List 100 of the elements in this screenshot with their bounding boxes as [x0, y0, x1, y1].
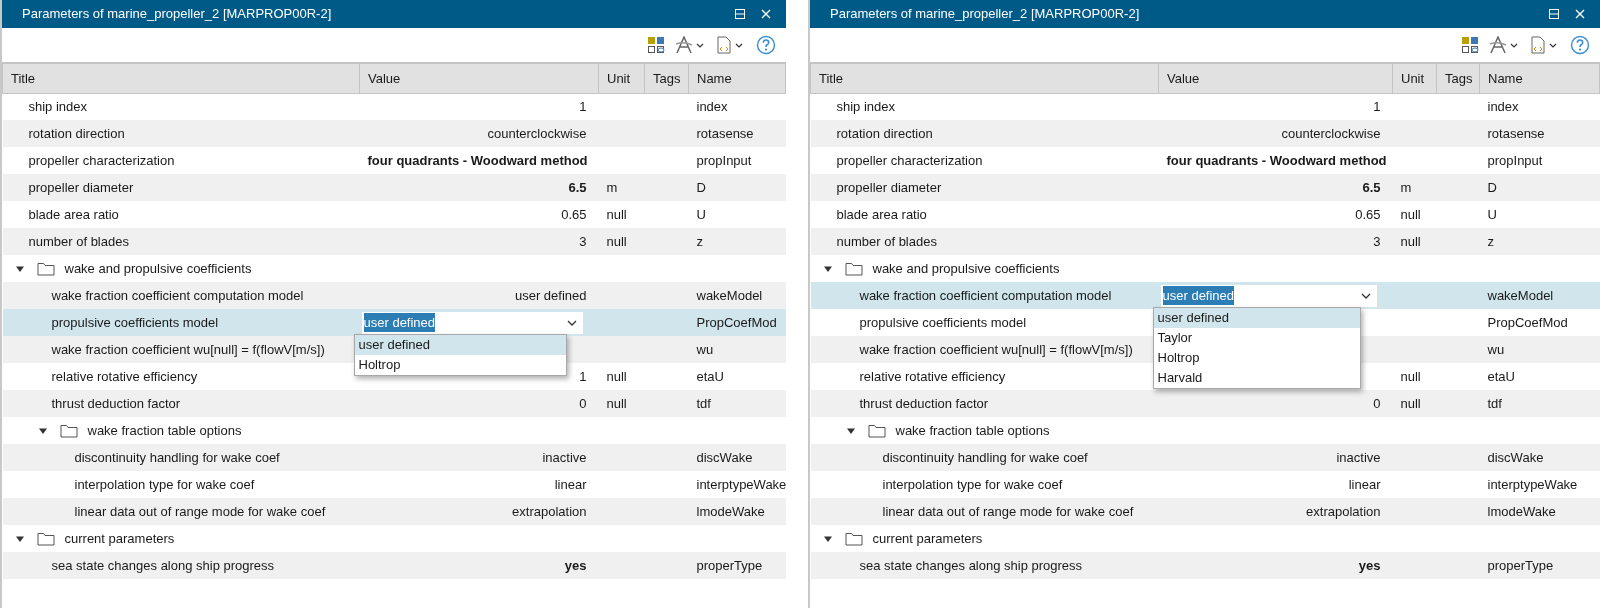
parameter-value: 1 [579, 99, 587, 114]
table-row[interactable]: thrust deduction factor 0 null tdf [2, 390, 786, 417]
column-header[interactable]: Tags [644, 63, 689, 93]
group-title: current parameters [872, 529, 983, 548]
folder-icon [59, 423, 78, 438]
font-icon [1489, 36, 1519, 54]
dropdown-option[interactable]: Harvald [1153, 368, 1360, 388]
table-row[interactable]: interpolation type for wake coef linear interptypeWake [2, 471, 786, 498]
parameter-name: tdf [696, 395, 711, 411]
column-header[interactable]: Value [1158, 63, 1393, 93]
layout-icon [646, 36, 665, 54]
table-row[interactable]: blade area ratio 0.65 null U [2, 201, 786, 228]
parameter-value: 1 [1373, 99, 1381, 114]
parameter-value: inactive [542, 449, 587, 465]
parameter-title: wake fraction coefficient wu[null] = f(flowV[m/s]) [51, 340, 325, 359]
table-row[interactable]: thrust deduction factor 0 null tdf [810, 390, 1600, 417]
column-header[interactable]: Title [2, 63, 360, 93]
column-header[interactable]: Unit [598, 63, 645, 93]
parameter-title: wake fraction coefficient computation model [859, 286, 1112, 305]
unit-text: null [606, 233, 627, 249]
parameter-title: interpolation type for wake coef [882, 475, 1063, 494]
window-title: Parameters of marine_propeller_2 [MARPROP00R-2] [830, 5, 1140, 24]
table-row[interactable]: propeller characterization four quadrants - Woodward method propInput [2, 147, 786, 174]
parameter-name: propInput [696, 152, 752, 168]
caret-icon [1360, 292, 1371, 299]
table-row[interactable]: sea state changes along ship progress yes properType [2, 552, 786, 579]
parameter-title: linear data out of range mode for wake coef [74, 502, 326, 521]
group-title: wake and propulsive coefficients [872, 259, 1060, 278]
table-row[interactable]: wake fraction table options [2, 417, 786, 444]
parameter-value: 3 [1373, 233, 1381, 249]
parameter-name: propInput [1487, 152, 1543, 168]
folder-icon [844, 261, 863, 276]
parameter-value: yes [564, 557, 587, 573]
dropdown-option[interactable]: Holtrop [1153, 348, 1360, 368]
table-row[interactable]: current parameters [810, 525, 1600, 552]
parameter-name: rotasense [1487, 125, 1545, 141]
dropdown-option[interactable]: user defined [354, 335, 566, 355]
parameter-value: 0.65 [1355, 206, 1381, 222]
parameter-name: z [696, 233, 703, 249]
folder-icon [36, 531, 55, 546]
value-dropdown[interactable]: user defined [361, 311, 583, 334]
table-row[interactable]: interpolation type for wake coef linear interptypeWake [810, 471, 1600, 498]
column-header[interactable]: Title [810, 63, 1159, 93]
parameter-value: user defined [514, 287, 587, 303]
parameter-value: inactive [1336, 449, 1381, 465]
table-row[interactable]: ship index 1 index [810, 93, 1600, 120]
unit-text: null [1400, 368, 1421, 384]
parameter-name: lmodeWake [1487, 503, 1556, 519]
table-row[interactable]: wake fraction table options [810, 417, 1600, 444]
table-row[interactable]: wake and propulsive coefficients [810, 255, 1600, 282]
parameter-name: interptypeWake [1487, 476, 1578, 492]
table-row[interactable]: propeller diameter 6.5 m D [810, 174, 1600, 201]
group-title: current parameters [64, 529, 175, 548]
parameter-name: rotasense [696, 125, 754, 141]
parameter-name: wakeModel [696, 287, 763, 303]
parameter-title: thrust deduction factor [859, 394, 989, 413]
help-button[interactable] [1568, 33, 1592, 57]
parameter-name: properType [696, 557, 763, 573]
help-button[interactable] [754, 33, 778, 57]
folder-icon [36, 261, 55, 276]
parameter-value: four quadrants - Woodward method [367, 152, 588, 168]
column-header[interactable]: Tags [1436, 63, 1480, 93]
table-row[interactable]: wake and propulsive coefficients [2, 255, 786, 282]
parameter-name: tdf [1487, 395, 1502, 411]
parameter-value: 0 [579, 395, 587, 411]
parameter-title: propeller diameter [28, 178, 134, 197]
value-dropdown[interactable]: user defined [1160, 284, 1377, 307]
table-row[interactable]: sea state changes along ship progress yes properType [810, 552, 1600, 579]
parameter-name: discWake [696, 449, 753, 465]
table-row[interactable]: propeller characterization four quadrants - Woodward method propInput [810, 147, 1600, 174]
table-row[interactable]: number of blades 3 null z [2, 228, 786, 255]
folder-icon [867, 423, 886, 438]
group-title: wake fraction table options [87, 421, 242, 440]
parameter-name: U [696, 206, 706, 222]
parameter-value: 3 [579, 233, 587, 249]
parameter-title: number of blades [28, 232, 129, 251]
column-header[interactable]: Name [1479, 63, 1600, 93]
table-row[interactable]: blade area ratio 0.65 null U [810, 201, 1600, 228]
group-title: wake and propulsive coefficients [64, 259, 252, 278]
parameter-name: wu [1487, 341, 1505, 357]
dropdown-option[interactable]: user defined [1153, 308, 1360, 328]
parameter-name: D [1487, 179, 1497, 195]
table-row[interactable]: current parameters [2, 525, 786, 552]
column-header[interactable]: Unit [1392, 63, 1437, 93]
table-row[interactable]: linear data out of range mode for wake coef extrapolation lmodeWake [2, 498, 786, 525]
parameter-name: interptypeWake [696, 476, 787, 492]
restore-icon [1547, 8, 1560, 20]
table-row[interactable]: wake fraction coefficient computation model user defined wakeModel [2, 282, 786, 309]
table-row[interactable]: linear data out of range mode for wake coef extrapolation lmodeWake [810, 498, 1600, 525]
unit-text: null [606, 395, 627, 411]
parameter-value: 0 [1373, 395, 1381, 411]
table-row[interactable]: discontinuity handling for wake coef inactive discWake [810, 444, 1600, 471]
column-header[interactable]: Value [359, 63, 599, 93]
parameter-name: U [1487, 206, 1497, 222]
table-row[interactable]: number of blades 3 null z [810, 228, 1600, 255]
parameter-title: thrust deduction factor [51, 394, 181, 413]
table-row[interactable]: discontinuity handling for wake coef inactive discWake [2, 444, 786, 471]
column-header[interactable]: Name [688, 63, 786, 93]
parameter-name: discWake [1487, 449, 1544, 465]
table-row[interactable]: ship index 1 index [2, 93, 786, 120]
